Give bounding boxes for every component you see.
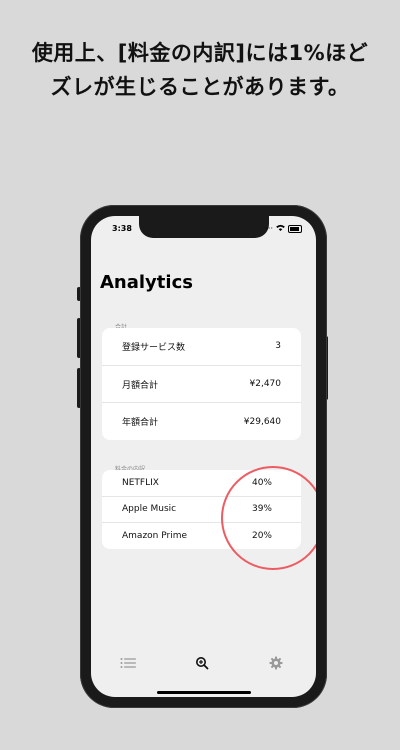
row-value: 3 [275, 341, 281, 352]
tab-analytics[interactable] [192, 653, 212, 673]
battery-icon [288, 224, 302, 233]
gear-icon [269, 656, 283, 670]
highlight-circle [221, 466, 316, 570]
home-indicator [157, 691, 251, 694]
row-label: 月額合計 [122, 380, 159, 391]
zoom-in-icon [196, 657, 209, 670]
summary-row-yearly-total: 年額合計 ¥29,640 [102, 402, 301, 440]
row-label: NETFLIX [122, 477, 159, 488]
page-title: Analytics [100, 272, 193, 293]
status-icons: ··· [265, 224, 302, 233]
phone-screen: 3:38 ··· Analytics 合計 登録サービス数 3 月額合計 ¥2,… [91, 216, 316, 697]
summary-card: 登録サービス数 3 月額合計 ¥2,470 年額合計 ¥29,640 [102, 328, 301, 441]
summary-row-service-count: 登録サービス数 3 [102, 328, 301, 365]
caption-line-2: ズレが生じることがあります。 [50, 75, 350, 99]
summary-row-monthly-total: 月額合計 ¥2,470 [102, 364, 301, 403]
caption: 使用上、[料金の内訳]には1%ほど ズレが生じることがあります。 [0, 36, 400, 104]
tab-settings[interactable] [266, 653, 286, 673]
row-label: Apple Music [122, 504, 177, 515]
row-value: ¥29,640 [243, 416, 281, 427]
phone-frame: 3:38 ··· Analytics 合計 登録サービス数 3 月額合計 ¥2,… [80, 205, 327, 708]
wifi-icon [276, 224, 285, 233]
signal-icon: ··· [265, 224, 273, 233]
notch [139, 216, 269, 238]
tab-bar [91, 653, 316, 673]
list-icon [120, 658, 136, 668]
caption-line-1: 使用上、[料金の内訳]には1%ほど [31, 41, 369, 65]
row-label: Amazon Prime [122, 530, 188, 541]
row-label: 年額合計 [122, 418, 159, 429]
status-time: 3:38 [112, 224, 132, 233]
row-value: ¥2,470 [249, 379, 282, 390]
tab-list[interactable] [118, 653, 138, 673]
row-label: 登録サービス数 [122, 342, 186, 353]
